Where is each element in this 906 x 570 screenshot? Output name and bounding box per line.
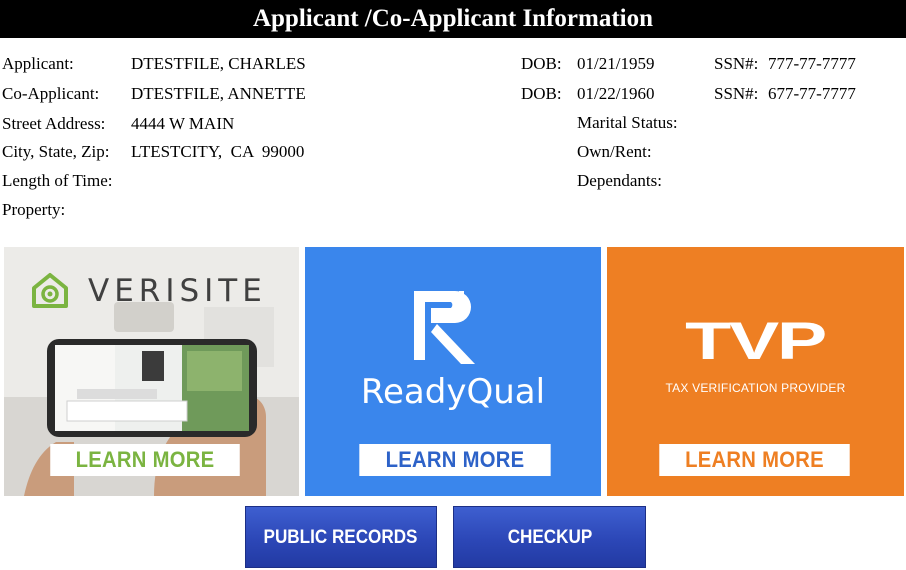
tvp-tile[interactable]: TVP TAX VERIFICATION PROVIDER LEARN MORE: [607, 247, 904, 496]
co-applicant-dob: 01/22/1960: [577, 84, 655, 103]
page-title: Applicant /Co-Applicant Information: [0, 0, 906, 38]
verisite-tile[interactable]: VERISITE LEARN MORE: [4, 247, 299, 496]
checkup-button[interactable]: CHECKUP: [453, 506, 646, 568]
public-records-button[interactable]: PUBLIC RECORDS: [245, 506, 437, 568]
verisite-logo-text: VERISITE: [88, 273, 267, 309]
tvp-logo: TVP: [685, 315, 828, 369]
tvp-learn-more-button[interactable]: LEARN MORE: [659, 444, 850, 476]
verisite-house-icon: [32, 273, 68, 308]
applicant-ssn-label: SSN#:: [714, 54, 759, 73]
applicant-ssn: 777-77-7777: [768, 54, 856, 73]
street-address: 4444 W MAIN: [131, 114, 235, 133]
co-applicant-label: Co-Applicant:: [2, 84, 100, 103]
marital-status-label: Marital Status:: [577, 113, 678, 132]
length-of-time-label: Length of Time:: [2, 171, 113, 190]
street-address-label: Street Address:: [2, 114, 106, 133]
applicant-dob: 01/21/1959: [577, 54, 655, 73]
tvp-subtitle: TAX VERIFICATION PROVIDER: [665, 381, 846, 395]
co-applicant-ssn-label: SSN#:: [714, 84, 759, 103]
dependants-label: Dependants:: [577, 171, 662, 190]
readyqual-logo-text: ReadyQual: [360, 372, 546, 412]
property-label: Property:: [2, 200, 66, 219]
checkup-label: CHECKUP: [507, 527, 592, 548]
verisite-learn-more-button[interactable]: LEARN MORE: [50, 444, 240, 476]
svg-text:TVP: TVP: [685, 315, 826, 369]
applicant-name: DTESTFILE, CHARLES: [131, 54, 306, 73]
readyqual-tile[interactable]: ReadyQual LEARN MORE: [305, 247, 601, 496]
city-state-zip: LTESTCITY, CA 99000: [131, 142, 305, 161]
own-rent-label: Own/Rent:: [577, 142, 652, 161]
city-state-zip-label: City, State, Zip:: [2, 142, 110, 161]
applicant-label: Applicant:: [2, 54, 74, 73]
applicant-dob-label: DOB:: [521, 54, 562, 73]
tablet-kitchen-image: [47, 339, 257, 437]
readyqual-r-icon: [414, 291, 475, 364]
co-applicant-name: DTESTFILE, ANNETTE: [131, 84, 306, 103]
co-applicant-dob-label: DOB:: [521, 84, 562, 103]
public-records-label: PUBLIC RECORDS: [264, 527, 418, 548]
readyqual-learn-more-button[interactable]: LEARN MORE: [359, 444, 551, 476]
co-applicant-ssn: 677-77-7777: [768, 84, 856, 103]
